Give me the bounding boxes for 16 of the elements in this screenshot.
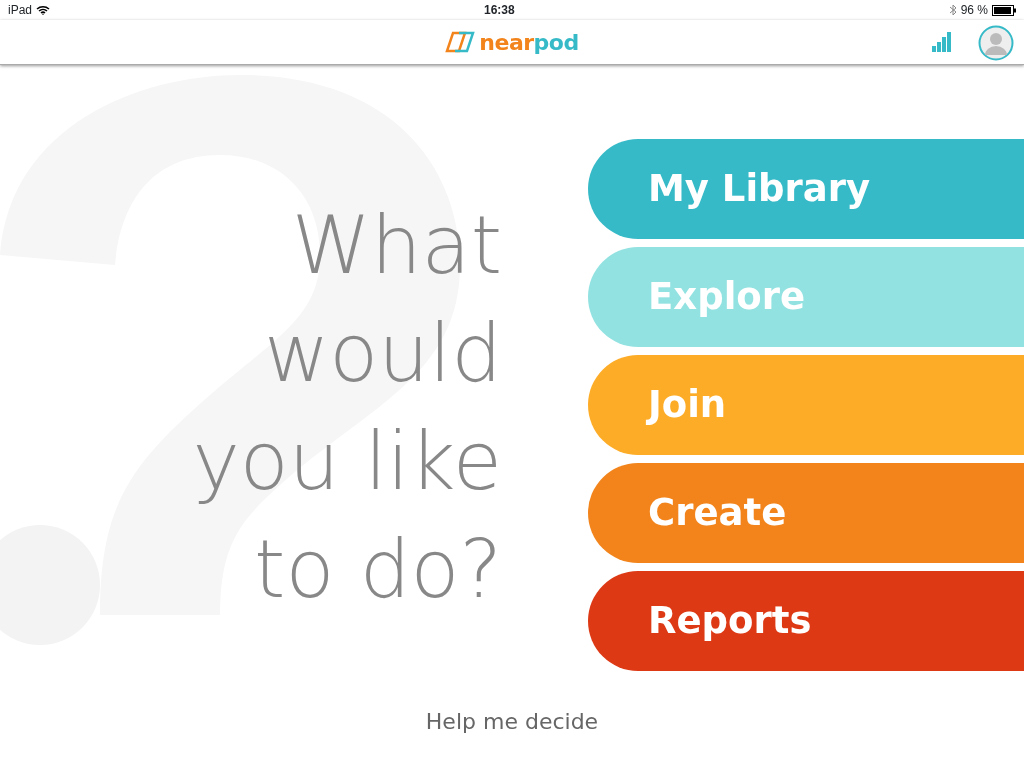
menu-button[interactable]: Reports bbox=[588, 571, 1024, 671]
help-link[interactable]: Help me decide bbox=[425, 709, 599, 734]
clock-time: 16:38 bbox=[484, 2, 515, 19]
wifi-icon bbox=[36, 5, 51, 15]
battery-percent: 96 % bbox=[960, 2, 988, 19]
bluetooth-icon bbox=[948, 4, 957, 16]
signal-bars-icon[interactable] bbox=[932, 32, 952, 52]
avatar-icon[interactable] bbox=[978, 25, 1014, 61]
heading-text: What would you like to do? bbox=[192, 198, 502, 618]
menu-button[interactable]: Create bbox=[588, 463, 1024, 563]
device-name: iPad bbox=[8, 2, 33, 19]
nearpod-logo: nearpod bbox=[445, 25, 579, 59]
menu-button[interactable]: Explore bbox=[588, 247, 1024, 347]
menu-button[interactable]: Join bbox=[588, 355, 1024, 455]
battery-icon bbox=[992, 4, 1016, 16]
menu-button[interactable]: My Library bbox=[588, 139, 1024, 239]
